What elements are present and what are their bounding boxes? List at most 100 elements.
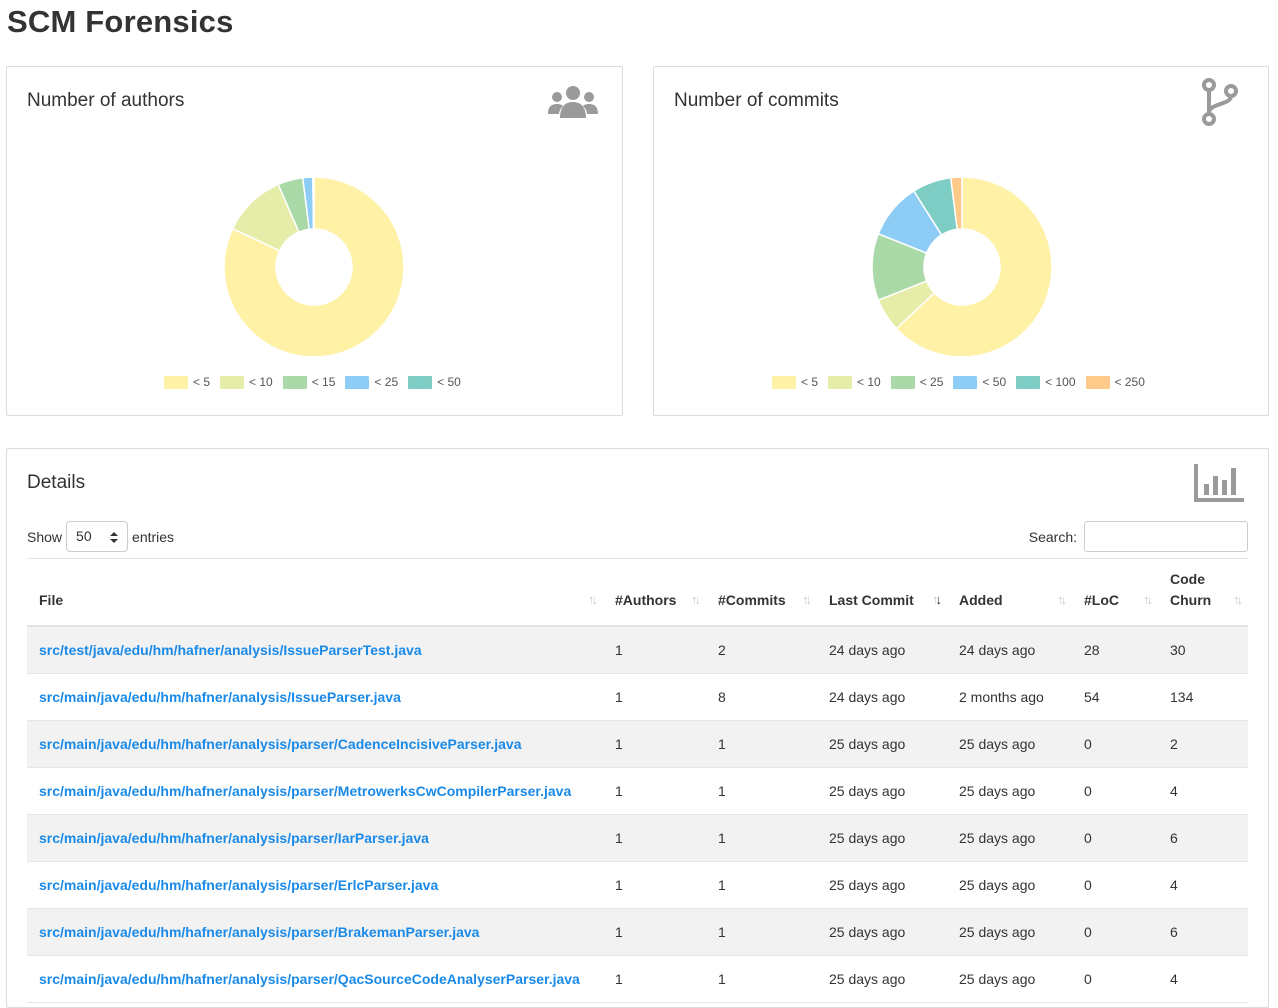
column-header-label: #Authors: [615, 592, 677, 608]
legend-swatch: [1016, 375, 1041, 389]
added-cell: 24 days ago: [947, 626, 1072, 674]
legend-swatch: [345, 375, 370, 389]
loc-cell: 0: [1072, 908, 1158, 956]
table-row: src/main/java/edu/hm/hafner/analysis/par…: [27, 955, 1248, 1003]
column-header-commits[interactable]: #Commits ↑↓: [706, 562, 817, 627]
file-cell: src/main/java/edu/hm/hafner/analysis/par…: [27, 720, 603, 768]
legend-swatch: [828, 375, 853, 389]
entries-length-control: Show 50 entries: [27, 521, 174, 552]
commits-legend-item[interactable]: < 25: [890, 375, 944, 389]
column-header-label: File: [39, 592, 64, 608]
commits-legend-item[interactable]: < 100: [1016, 375, 1076, 389]
file-link[interactable]: src/main/java/edu/hm/hafner/analysis/par…: [39, 783, 571, 799]
file-link[interactable]: src/main/java/edu/hm/hafner/analysis/par…: [39, 877, 438, 893]
last-commit-cell: 25 days ago: [817, 814, 947, 862]
file-cell: src/main/java/edu/hm/hafner/analysis/par…: [27, 767, 603, 815]
bar-chart-icon: [1194, 464, 1244, 502]
table-header-row: File ↑↓ #Authors ↑↓ #Commits ↑↓ Last Commit…: [27, 562, 1248, 627]
column-header-label: Added: [959, 592, 1003, 608]
commits-cell: 8: [706, 673, 817, 721]
sort-icon: ↑↓: [802, 592, 812, 607]
added-cell: 25 days ago: [947, 861, 1072, 909]
code-churn-cell: 4: [1158, 955, 1248, 1003]
file-link[interactable]: src/main/java/edu/hm/hafner/analysis/par…: [39, 971, 580, 987]
search-label: Search:: [1028, 528, 1077, 545]
code-churn-cell: 6: [1158, 814, 1248, 862]
code-churn-cell: 134: [1158, 673, 1248, 721]
table-row: src/main/java/edu/hm/hafner/analysis/Iss…: [27, 673, 1248, 721]
last-commit-cell: 25 days ago: [817, 861, 947, 909]
column-header-file[interactable]: File ↑↓: [27, 562, 603, 627]
details-card: Details Show 50 entries Search: File ↑↓ …: [6, 448, 1269, 1008]
authors-cell: 1: [603, 814, 706, 862]
search-control: Search:: [1029, 521, 1248, 552]
code-churn-cell: 4: [1158, 767, 1248, 815]
commits-legend-item[interactable]: < 10: [828, 375, 881, 389]
column-header-last-commit[interactable]: Last Commit ↑↓: [817, 562, 947, 627]
added-cell: 25 days ago: [947, 720, 1072, 768]
added-cell: 25 days ago: [947, 955, 1072, 1003]
commits-cell: 1: [706, 767, 817, 815]
file-cell: src/main/java/edu/hm/hafner/analysis/par…: [27, 955, 603, 1003]
file-cell: src/main/java/edu/hm/hafner/analysis/par…: [27, 908, 603, 956]
legend-label: < 50: [982, 375, 1007, 389]
legend-label: < 25: [374, 375, 399, 389]
legend-label: < 50: [437, 375, 461, 389]
loc-cell: 0: [1072, 720, 1158, 768]
loc-cell: 0: [1072, 767, 1158, 815]
column-header-loc[interactable]: #LoC ↑↓: [1072, 562, 1158, 627]
column-header-added[interactable]: Added ↑↓: [947, 562, 1072, 627]
column-header-label: #Commits: [718, 592, 786, 608]
column-header-label: #LoC: [1084, 592, 1119, 608]
file-link[interactable]: src/main/java/edu/hm/hafner/analysis/par…: [39, 830, 429, 846]
authors-legend-item[interactable]: < 15: [282, 375, 335, 389]
authors-legend-item[interactable]: < 10: [220, 375, 273, 389]
legend-swatch: [890, 375, 915, 389]
authors-cell: 1: [603, 720, 706, 768]
code-churn-cell: 6: [1158, 908, 1248, 956]
file-link[interactable]: src/main/java/edu/hm/hafner/analysis/par…: [39, 736, 522, 752]
legend-swatch: [953, 375, 978, 389]
commits-legend-item[interactable]: < 5: [772, 375, 818, 389]
file-link[interactable]: src/test/java/edu/hm/hafner/analysis/Iss…: [39, 642, 422, 658]
legend-label: < 10: [249, 375, 273, 389]
loc-cell: 54: [1072, 673, 1158, 721]
sort-icon: ↑↓: [1057, 592, 1067, 607]
sort-icon: ↑↓: [691, 592, 701, 607]
authors-cell: 1: [603, 673, 706, 721]
legend-label: < 250: [1114, 375, 1145, 389]
select-arrows-icon: [110, 532, 119, 543]
search-input[interactable]: [1084, 521, 1248, 552]
sort-icon: ↑↓: [588, 592, 598, 607]
loc-cell: 28: [1072, 626, 1158, 674]
legend-label: < 5: [801, 375, 819, 389]
authors-cell: 1: [603, 955, 706, 1003]
authors-legend-item[interactable]: < 5: [164, 375, 210, 389]
commits-cell: 1: [706, 720, 817, 768]
column-header-code-churn[interactable]: Code Churn ↑↓: [1158, 562, 1248, 627]
authors-legend: < 5 < 10 < 15 < 25 < 50: [164, 375, 461, 389]
legend-label: < 25: [919, 375, 944, 389]
commits-cell: 1: [706, 908, 817, 956]
file-link[interactable]: src/main/java/edu/hm/hafner/analysis/Iss…: [39, 689, 401, 705]
file-link[interactable]: src/main/java/edu/hm/hafner/analysis/par…: [39, 924, 479, 940]
column-header-authors[interactable]: #Authors ↑↓: [603, 562, 706, 627]
last-commit-cell: 24 days ago: [817, 673, 947, 721]
commits-legend-item[interactable]: < 50: [953, 375, 1006, 389]
loc-cell: 0: [1072, 814, 1158, 862]
table-row: src/main/java/edu/hm/hafner/analysis/par…: [27, 861, 1248, 909]
authors-legend-item[interactable]: < 25: [345, 375, 398, 389]
last-commit-cell: 24 days ago: [817, 626, 947, 674]
authors-cell: 1: [603, 767, 706, 815]
commits-cell: 2: [706, 626, 817, 674]
authors-slice[interactable]: [312, 176, 315, 230]
commits-legend-item[interactable]: < 250: [1085, 375, 1145, 389]
entries-select[interactable]: 50: [66, 521, 129, 552]
legend-label: < 10: [857, 375, 881, 389]
commits-legend: < 5 < 10 < 25 < 50 < 100 < 250: [772, 375, 1145, 389]
last-commit-cell: 25 days ago: [817, 908, 947, 956]
authors-cell: 1: [603, 861, 706, 909]
commits-card-title: Number of commits: [674, 90, 839, 111]
authors-legend-item[interactable]: < 50: [408, 375, 461, 389]
added-cell: 2 months ago: [947, 673, 1072, 721]
